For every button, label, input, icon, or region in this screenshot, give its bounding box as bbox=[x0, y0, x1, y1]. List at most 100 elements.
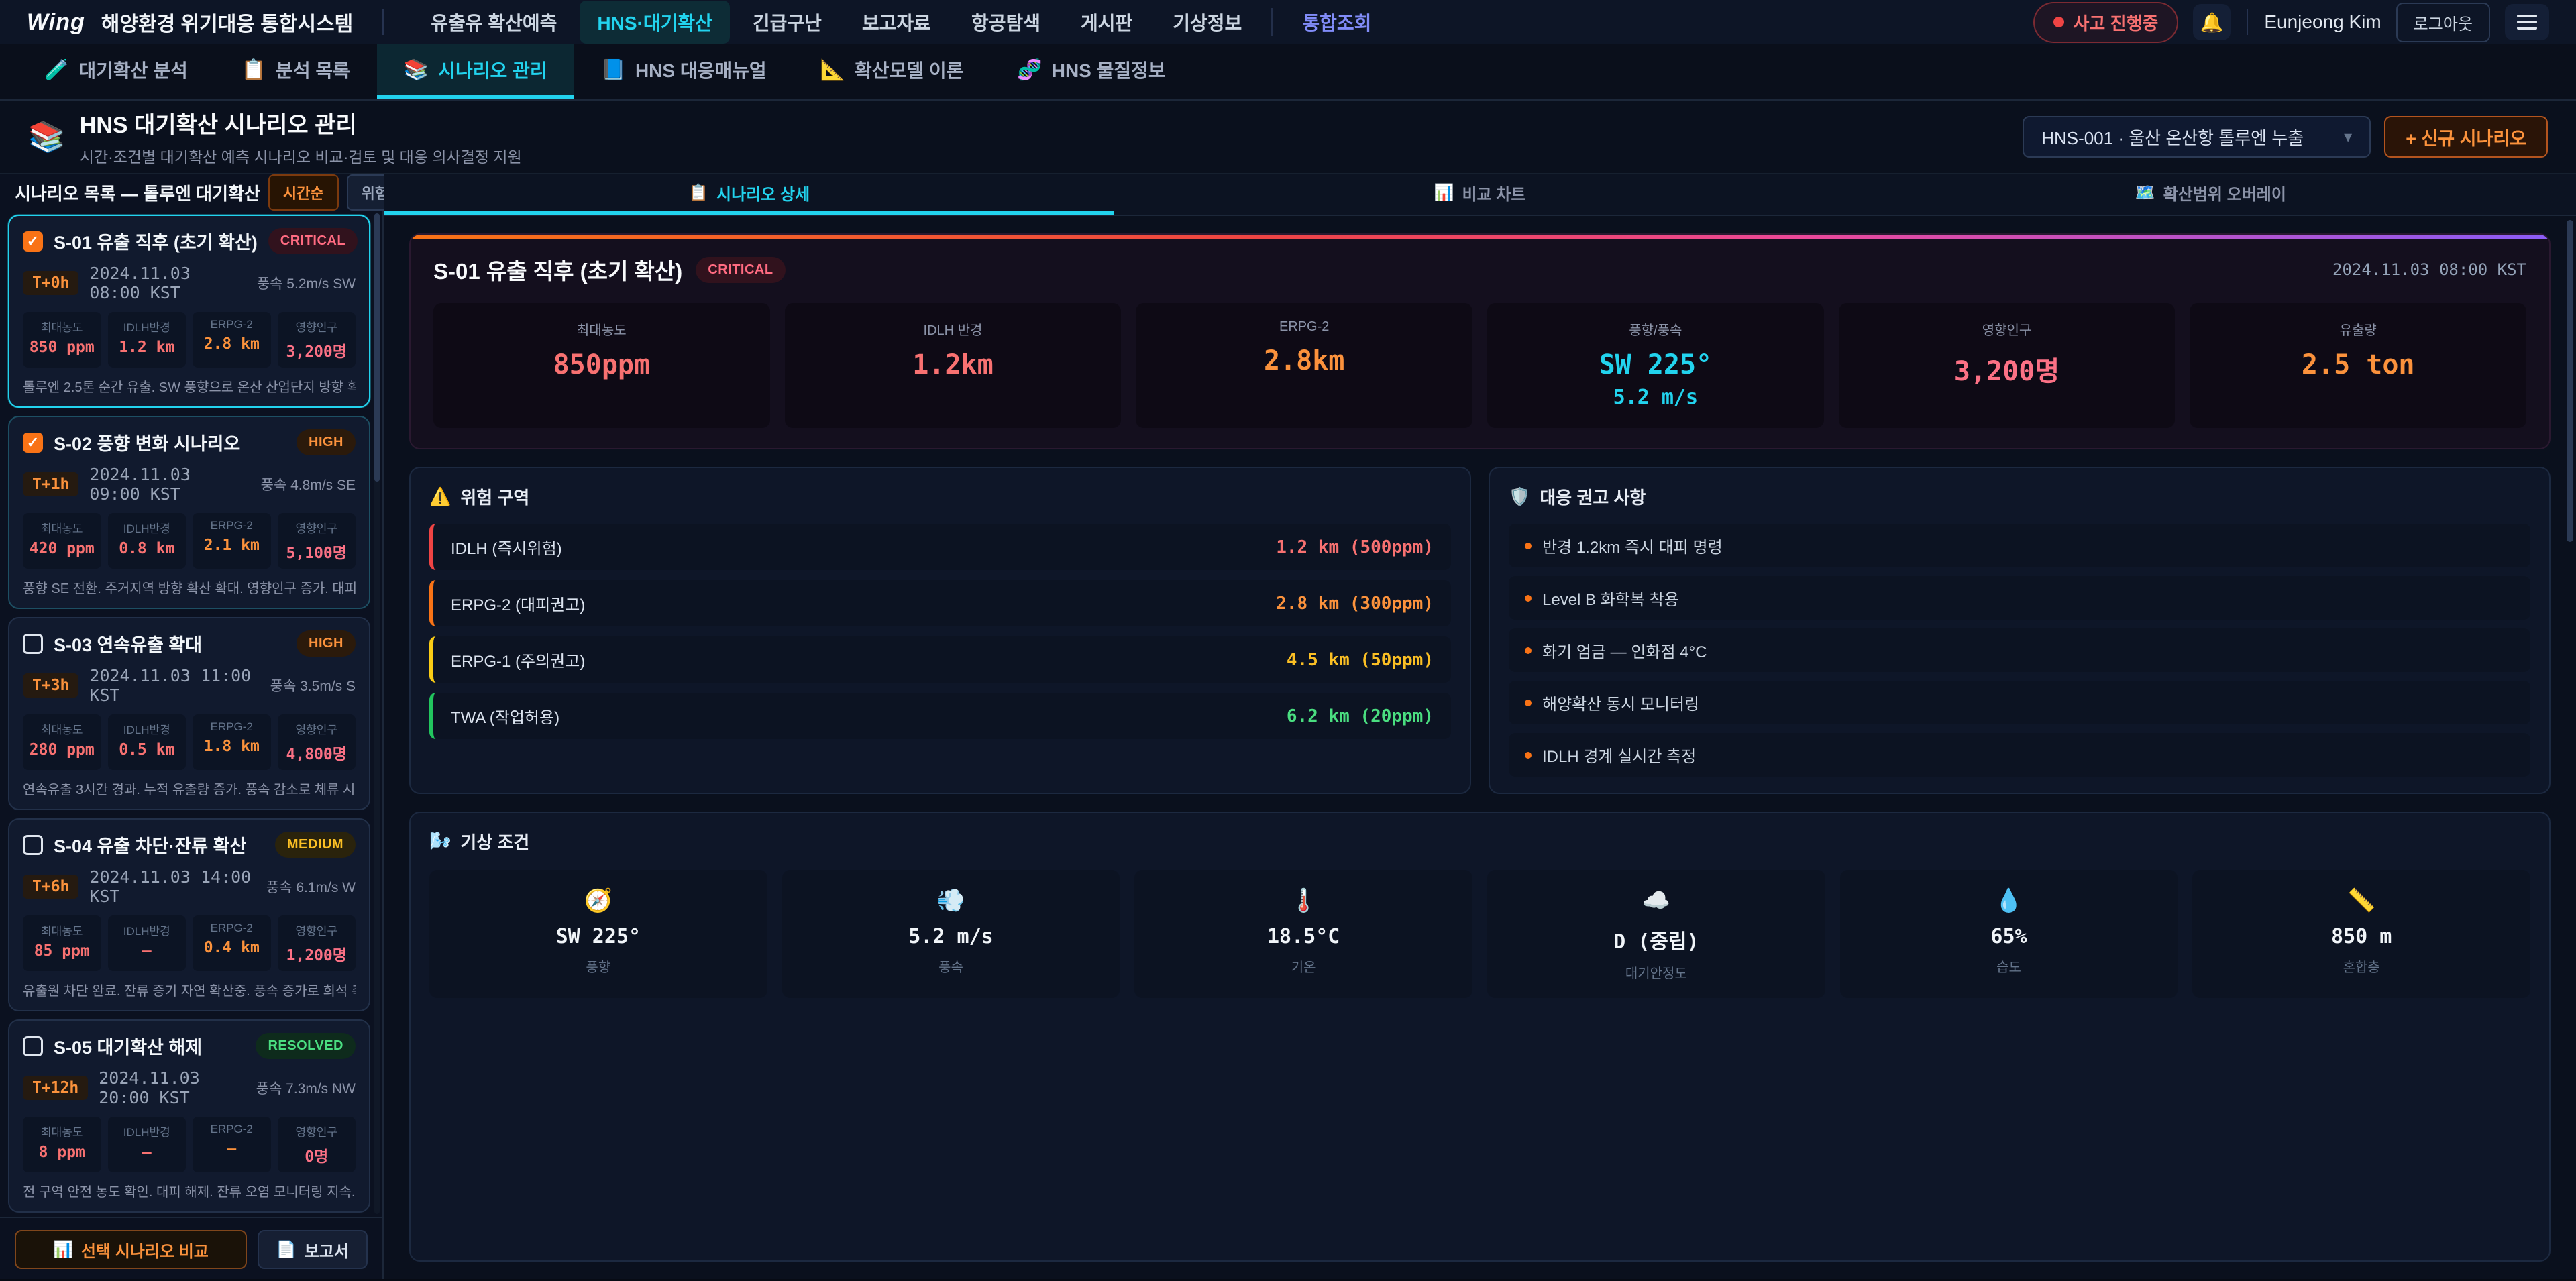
scrollbar-thumb[interactable] bbox=[2567, 220, 2573, 542]
sub-nav: 🧪 대기확산 분석 📋 분석 목록 📚 시나리오 관리 📘 HNS 대응매뉴얼 … bbox=[0, 44, 2576, 101]
time-offset-badge: T+3h bbox=[23, 673, 78, 698]
subtab-model-theory[interactable]: 📐 확산모델 이론 bbox=[794, 44, 991, 99]
tab-label: 확산범위 오버레이 bbox=[2163, 181, 2286, 205]
scenario-checkbox[interactable] bbox=[23, 433, 43, 453]
scenario-card-s05[interactable]: S-05 대기확산 해제 RESOLVED T+12h 2024.11.03 2… bbox=[8, 1019, 370, 1213]
droplet-icon: 💧 bbox=[1845, 887, 2173, 914]
status-dot-icon bbox=[2053, 17, 2064, 27]
sidebar-header: 시나리오 목록 — 톨루엔 대기확산 시간순 위험도순 bbox=[0, 174, 382, 211]
new-scenario-button[interactable]: + 신규 시나리오 bbox=[2384, 116, 2548, 158]
scenario-card-s04[interactable]: S-04 유출 차단·잔류 확산 MEDIUM T+6h 2024.11.03 … bbox=[8, 818, 370, 1011]
triangle-ruler-icon: 📐 bbox=[820, 58, 845, 82]
stat-erpg2: ERPG-20.4 km bbox=[193, 915, 271, 971]
compare-scenarios-button[interactable]: 📊 선택 시나리오 비교 bbox=[15, 1230, 247, 1269]
scenario-card-s03[interactable]: S-03 연속유출 확대 HIGH T+3h 2024.11.03 11:00 … bbox=[8, 617, 370, 810]
scenario-description: 전 구역 안전 농도 확인. 대피 해제. 잔류 오염 모니터링 지속. bbox=[23, 1181, 356, 1201]
page-header: 📚 HNS 대기확산 시나리오 관리 시간·조건별 대기확산 예측 시나리오 비… bbox=[0, 101, 2576, 174]
hamburger-menu-button[interactable] bbox=[2505, 4, 2549, 40]
stat-idlh-radius: IDLH반경1.2 km bbox=[108, 312, 186, 368]
bullet-dot-icon bbox=[1525, 595, 1532, 602]
document-icon: 📄 bbox=[276, 1240, 297, 1260]
incident-status-badge: 사고 진행중 bbox=[2033, 2, 2179, 43]
nav-item-air-search[interactable]: 항공탐색 bbox=[954, 1, 1058, 44]
user-name: Eunjeong Kim bbox=[2264, 11, 2381, 33]
panel-title-text: 위험 구역 bbox=[460, 484, 529, 509]
stat-max-concentration: 최대농도85 ppm bbox=[23, 915, 101, 971]
divider bbox=[2247, 9, 2248, 35]
logout-button[interactable]: 로그아웃 bbox=[2396, 3, 2490, 42]
subtab-analysis-list[interactable]: 📋 분석 목록 bbox=[215, 44, 377, 99]
scenario-description: 풍향 SE 전환. 주거지역 방향 확산 확대. 영향인구 증가. 대피 범위 … bbox=[23, 577, 356, 597]
scenario-card-list: S-01 유출 직후 (초기 확산) CRITICAL T+0h 2024.11… bbox=[0, 211, 382, 1217]
stat-erpg2: ERPG-22.8 km bbox=[193, 312, 271, 368]
recommendation-item: 화기 엄금 — 인화점 4°C bbox=[1509, 628, 2530, 672]
bullet-dot-icon bbox=[1525, 700, 1532, 706]
scenario-checkbox[interactable] bbox=[23, 1036, 43, 1056]
main-scrollbar[interactable] bbox=[2567, 220, 2573, 1275]
subtab-hns-substance-info[interactable]: 🧬 HNS 물질정보 bbox=[990, 44, 1192, 99]
subtab-label: HNS 물질정보 bbox=[1052, 56, 1166, 83]
incident-status-label: 사고 진행중 bbox=[2074, 10, 2159, 35]
card-time-row: T+6h 2024.11.03 14:00 KST 풍속 6.1m/s W bbox=[23, 867, 356, 906]
stat-idlh-radius: IDLH반경0.8 km bbox=[108, 513, 186, 569]
timestamp: 2024.11.03 08:00 KST bbox=[89, 264, 246, 302]
wind-info: 풍속 5.2m/s SW bbox=[257, 273, 356, 293]
sort-by-time-button[interactable]: 시간순 bbox=[268, 174, 339, 211]
incident-select[interactable]: HNS-001 · 울산 온산항 톨루엔 누출 ▾ bbox=[2023, 116, 2371, 158]
scenario-detail-banner: S-01 유출 직후 (초기 확산) CRITICAL 2024.11.03 0… bbox=[409, 233, 2551, 449]
compare-label: 선택 시나리오 비교 bbox=[81, 1238, 209, 1262]
recommendations-panel: 🛡️ 대응 권고 사항 반경 1.2km 즉시 대피 명령 Level B 화학… bbox=[1489, 467, 2551, 794]
tab-compare-chart[interactable]: 📊 비교 차트 bbox=[1114, 174, 1845, 215]
scenario-title: S-04 유출 차단·잔류 확산 bbox=[54, 832, 264, 858]
weather-wind-direction: 🧭 SW 225° 풍향 bbox=[429, 870, 767, 998]
tab-dispersion-overlay[interactable]: 🗺️ 확산범위 오버레이 bbox=[1845, 174, 2576, 215]
severity-badge: HIGH bbox=[297, 630, 356, 657]
nav-item-hns[interactable]: HNS·대기확산 bbox=[580, 1, 729, 44]
subtab-scenario-management[interactable]: 📚 시나리오 관리 bbox=[377, 44, 574, 99]
report-button[interactable]: 📄 보고서 bbox=[258, 1230, 368, 1269]
zone-row-twa: TWA (작업허용) 6.2 km (20ppm) bbox=[429, 693, 1451, 739]
tab-scenario-detail[interactable]: 📋 시나리오 상세 bbox=[384, 174, 1114, 215]
sidebar-footer: 📊 선택 시나리오 비교 📄 보고서 bbox=[0, 1217, 382, 1281]
zone-row-idlh: IDLH (즉시위험) 1.2 km (500ppm) bbox=[429, 524, 1451, 570]
weather-cards: 🧭 SW 225° 풍향 💨 5.2 m/s 풍속 🌡️ 18.5°C 기온 bbox=[429, 870, 2530, 998]
card-stats: 최대농도8 ppm IDLH반경— ERPG-2— 영향인구0명 bbox=[23, 1117, 356, 1172]
main-menu: 유출유 확산예측 HNS·대기확산 긴급구난 보고자료 항공탐색 게시판 기상정… bbox=[413, 1, 1389, 44]
nav-item-integrated-search[interactable]: 통합조회 bbox=[1285, 1, 1389, 44]
subtab-hns-manual[interactable]: 📘 HNS 대응매뉴얼 bbox=[574, 44, 794, 99]
scenario-card-s01[interactable]: S-01 유출 직후 (초기 확산) CRITICAL T+0h 2024.11… bbox=[8, 215, 370, 408]
warning-icon: ⚠️ bbox=[429, 486, 451, 507]
stat-max-concentration: 최대농도850 ppm bbox=[23, 312, 101, 368]
scenario-card-s02[interactable]: S-02 풍향 변화 시나리오 HIGH T+1h 2024.11.03 09:… bbox=[8, 416, 370, 609]
sidebar-scrollbar[interactable] bbox=[374, 213, 380, 1214]
scenario-checkbox[interactable] bbox=[23, 835, 43, 855]
panel-title: 🌬️ 기상 조건 bbox=[429, 829, 2530, 854]
blue-book-icon: 📘 bbox=[601, 58, 626, 82]
nav-item-oil-spill[interactable]: 유출유 확산예측 bbox=[413, 1, 574, 44]
divider bbox=[1271, 8, 1273, 36]
sidebar-title: 시나리오 목록 — 톨루엔 대기확산 bbox=[15, 180, 260, 205]
gradient-bar bbox=[411, 235, 2549, 239]
stat-idlh-radius: IDLH반경— bbox=[108, 915, 186, 971]
time-offset-badge: T+12h bbox=[23, 1076, 88, 1100]
recommendation-item: IDLH 경계 실시간 측정 bbox=[1509, 733, 2530, 777]
scenario-title: S-01 유출 직후 (초기 확산) bbox=[54, 228, 258, 254]
subtab-dispersion-analysis[interactable]: 🧪 대기확산 분석 bbox=[17, 44, 215, 99]
stat-wind: 풍향/풍속 SW 225° 5.2 m/s bbox=[1487, 303, 1824, 428]
nav-item-weather[interactable]: 기상정보 bbox=[1155, 1, 1259, 44]
weather-temperature: 🌡️ 18.5°C 기온 bbox=[1134, 870, 1472, 998]
card-time-row: T+0h 2024.11.03 08:00 KST 풍속 5.2m/s SW bbox=[23, 264, 356, 302]
scrollbar-thumb[interactable] bbox=[374, 213, 380, 482]
page-header-actions: HNS-001 · 울산 온산항 톨루엔 누출 ▾ + 신규 시나리오 bbox=[2023, 116, 2548, 158]
nav-item-reports[interactable]: 보고자료 bbox=[845, 1, 949, 44]
danger-zones-panel: ⚠️ 위험 구역 IDLH (즉시위험) 1.2 km (500ppm) ERP… bbox=[409, 467, 1471, 794]
scenario-checkbox[interactable] bbox=[23, 231, 43, 252]
scenario-checkbox[interactable] bbox=[23, 634, 43, 654]
nav-item-board[interactable]: 게시판 bbox=[1063, 1, 1150, 44]
compass-icon: 🧭 bbox=[435, 887, 762, 914]
notifications-button[interactable]: 🔔 bbox=[2193, 4, 2231, 40]
nav-item-rescue[interactable]: 긴급구난 bbox=[735, 1, 839, 44]
books-icon: 📚 bbox=[28, 119, 65, 154]
ruler-icon: 📏 bbox=[2198, 887, 2525, 914]
panel-title-text: 기상 조건 bbox=[460, 829, 529, 854]
